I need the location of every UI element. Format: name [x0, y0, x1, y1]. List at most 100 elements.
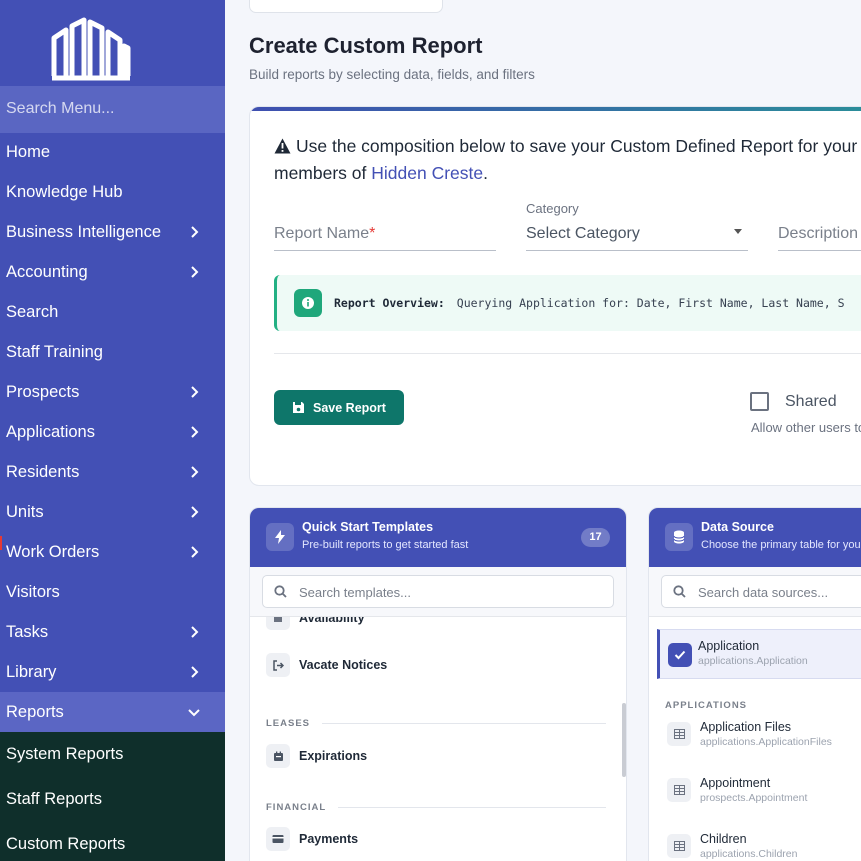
sidebar-item-search[interactable]: Search — [0, 292, 225, 332]
table-icon — [667, 722, 691, 746]
template-name: Payments — [299, 832, 359, 846]
notice-end: . — [483, 163, 489, 183]
required-mark: * — [369, 225, 376, 242]
template-item-availability[interactable]: Availability — [266, 617, 365, 631]
templates-search-wrap: Search templates... — [250, 567, 626, 617]
data-source-item[interactable]: Appointment prospects.Appointment — [667, 776, 807, 804]
data-source-list: Application applications.Application APP… — [649, 617, 861, 861]
sidebar-item-applications[interactable]: Applications — [0, 412, 225, 452]
data-source-name: Application — [698, 639, 760, 653]
indicator-mark — [0, 536, 2, 550]
data-source-section-applications: APPLICATIONS — [665, 700, 748, 711]
templates-search-placeholder: Search templates... — [299, 585, 411, 600]
info-icon — [294, 289, 322, 317]
templates-scrollbar[interactable] — [622, 703, 626, 777]
shared-checkbox[interactable] — [750, 392, 769, 411]
shared-label: Shared — [785, 393, 837, 410]
templates-search-input[interactable]: Search templates... — [262, 575, 614, 608]
data-source-item-selected[interactable]: Application applications.Application — [657, 629, 861, 679]
template-section-financial: FINANCIAL — [266, 802, 606, 813]
sidebar: Search Menu... Home Knowledge Hub Busine… — [0, 0, 225, 861]
section-label: FINANCIAL — [266, 802, 327, 813]
reports-submenu: System Reports Staff Reports Custom Repo… — [0, 732, 225, 861]
page-title: Create Custom Report — [249, 33, 483, 58]
sidebar-item-label: Work Orders — [6, 542, 100, 561]
composition-notice: Use the composition below to save your C… — [274, 133, 861, 187]
shared-help-text: Allow other users to — [751, 420, 861, 435]
templates-title: Quick Start Templates — [302, 520, 434, 534]
template-item-vacate-notices[interactable]: Vacate Notices — [266, 652, 387, 678]
sidebar-item-label: Accounting — [6, 262, 88, 281]
description-field[interactable]: Description — [778, 225, 861, 251]
sidebar-item-business-intelligence[interactable]: Business Intelligence — [0, 212, 225, 252]
sidebar-item-accounting[interactable]: Accounting — [0, 252, 225, 292]
sidebar-item-staff-training[interactable]: Staff Training — [0, 332, 225, 372]
credit-card-icon — [266, 827, 290, 851]
chevron-right-icon — [191, 546, 199, 558]
chevron-right-icon — [191, 226, 199, 238]
sidebar-item-label: Business Intelligence — [6, 222, 162, 241]
category-label: Category — [526, 201, 579, 216]
sidebar-item-work-orders[interactable]: Work Orders — [0, 532, 225, 572]
save-report-label: Save Report — [313, 400, 386, 415]
community-name: Hidden Creste — [371, 163, 484, 183]
report-name-field[interactable]: Report Name* — [274, 225, 496, 251]
data-source-path: applications.Children — [700, 848, 798, 860]
sidebar-subitem-custom-reports[interactable]: Custom Reports — [0, 822, 225, 861]
data-source-search-input[interactable]: Search data sources... — [661, 575, 861, 608]
sidebar-item-home[interactable]: Home — [0, 132, 225, 172]
templates-list: Availability Vacate Notices LEASES Expir… — [250, 617, 626, 861]
templates-count-badge: 17 — [581, 528, 610, 547]
sidebar-subitem-staff-reports[interactable]: Staff Reports — [0, 777, 225, 822]
chevron-right-icon — [191, 466, 199, 478]
category-select[interactable]: Select Category — [526, 225, 748, 251]
sidebar-item-label: Tasks — [6, 622, 49, 641]
data-source-header: Data Source Choose the primary table for… — [649, 508, 861, 567]
table-icon — [667, 778, 691, 802]
data-source-search-wrap: Search data sources... — [649, 567, 861, 617]
building-icon — [266, 617, 290, 630]
lightning-icon — [266, 523, 294, 551]
data-source-item[interactable]: Application Files applications.Applicatio… — [667, 720, 832, 748]
sidebar-search-input[interactable]: Search Menu... — [0, 86, 225, 133]
sidebar-item-label: Library — [6, 662, 57, 681]
sidebar-item-label: Staff Training — [6, 342, 103, 361]
sidebar-item-library[interactable]: Library — [0, 652, 225, 692]
sidebar-item-label: Search — [6, 302, 59, 321]
sidebar-item-knowledge-hub[interactable]: Knowledge Hub — [0, 172, 225, 212]
chevron-right-icon — [191, 266, 199, 278]
notice-text-2: members of — [274, 163, 367, 183]
divider — [274, 353, 861, 354]
template-name: Vacate Notices — [299, 658, 388, 672]
template-name: Availability — [299, 617, 365, 625]
sidebar-item-reports[interactable]: Reports — [0, 692, 225, 732]
dropdown-caret-icon — [734, 229, 742, 234]
description-placeholder: Description — [778, 225, 859, 242]
building-logo-icon[interactable] — [48, 16, 132, 82]
table-icon — [667, 834, 691, 858]
template-item-expirations[interactable]: Expirations — [266, 743, 367, 769]
sidebar-subitem-system-reports[interactable]: System Reports — [0, 732, 225, 777]
sidebar-item-tasks[interactable]: Tasks — [0, 612, 225, 652]
database-icon — [665, 523, 693, 551]
data-source-panel: Data Source Choose the primary table for… — [648, 507, 861, 861]
template-section-leases: LEASES — [266, 718, 606, 729]
sidebar-item-visitors[interactable]: Visitors — [0, 572, 225, 612]
search-icon — [673, 585, 686, 598]
sidebar-item-units[interactable]: Units — [0, 492, 225, 532]
template-item-payments[interactable]: Payments — [266, 826, 358, 852]
data-source-subtitle: Choose the primary table for your — [701, 539, 861, 551]
calendar-icon — [266, 744, 290, 768]
save-report-button[interactable]: Save Report — [274, 390, 404, 425]
report-form-card: Use the composition below to save your C… — [249, 106, 861, 486]
top-control-stub[interactable] — [249, 0, 443, 13]
sidebar-item-label: Reports — [6, 702, 64, 721]
data-source-item[interactable]: Children applications.Children — [667, 832, 797, 860]
card-accent-bar — [250, 107, 861, 111]
sidebar-item-prospects[interactable]: Prospects — [0, 372, 225, 412]
data-source-title: Data Source — [701, 520, 774, 534]
sidebar-item-label: Knowledge Hub — [6, 182, 123, 201]
data-source-name: Children — [700, 832, 747, 846]
sidebar-item-residents[interactable]: Residents — [0, 452, 225, 492]
report-overview-banner: Report Overview: Querying Application fo… — [274, 275, 861, 331]
